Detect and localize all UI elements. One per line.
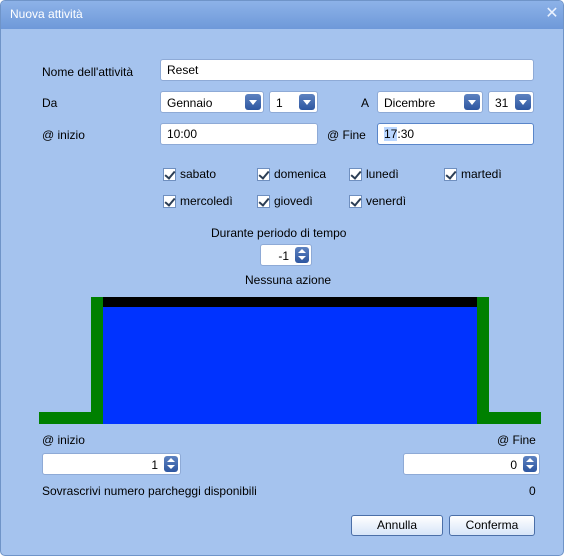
- dialog-title: Nuova attività: [10, 7, 83, 21]
- checkbox-label: giovedì: [274, 194, 313, 208]
- checkmark-icon: [349, 168, 362, 181]
- ground-line-left: [39, 412, 93, 424]
- chevron-down-icon[interactable]: [299, 94, 315, 110]
- from-month-value: Gennaio: [167, 96, 213, 110]
- title-bar: Nuova attività ✕: [1, 1, 563, 29]
- spinner-icon[interactable]: [523, 456, 537, 472]
- period-value: -1: [278, 249, 289, 263]
- checkbox-label: domenica: [274, 167, 327, 181]
- active-period-fill: [103, 307, 477, 424]
- ground-line-right: [489, 412, 541, 424]
- spinner-icon[interactable]: [295, 247, 309, 263]
- to-day-select[interactable]: 31: [488, 91, 534, 113]
- checkmark-icon: [444, 168, 457, 181]
- checkmark-icon: [257, 168, 270, 181]
- to-month-select[interactable]: Dicembre: [377, 91, 483, 113]
- schedule-diagram: [39, 297, 541, 424]
- chevron-down-icon[interactable]: [245, 94, 261, 110]
- fall-edge: [477, 297, 489, 424]
- chevron-down-icon[interactable]: [464, 94, 480, 110]
- override-label: Sovrascrivi numero parcheggi disponibili: [42, 484, 257, 498]
- close-icon[interactable]: ✕: [544, 5, 560, 23]
- end-time-selected-text: 17: [384, 127, 398, 141]
- end-time-label: @ Fine: [327, 128, 366, 142]
- start-count-stepper[interactable]: 1: [42, 453, 181, 475]
- rise-edge: [91, 297, 103, 424]
- end-count-value: 0: [510, 458, 517, 472]
- end-time-rest-text: :30: [397, 127, 415, 141]
- spinner-icon[interactable]: [164, 456, 178, 472]
- checkmark-icon: [349, 195, 362, 208]
- period-label: Durante periodo di tempo: [211, 226, 347, 240]
- confirm-button[interactable]: Conferma: [449, 515, 535, 536]
- chevron-down-icon[interactable]: [515, 94, 531, 110]
- start-time-value: 10:00: [167, 127, 198, 141]
- bottom-start-label: @ inizio: [42, 433, 85, 447]
- new-activity-dialog: Nuova attività ✕ Nome dell'attività Rese…: [0, 0, 564, 556]
- checkbox-label: martedì: [461, 167, 502, 181]
- start-time-input[interactable]: 10:00: [160, 123, 318, 145]
- period-stepper[interactable]: -1: [260, 244, 312, 266]
- from-month-select[interactable]: Gennaio: [160, 91, 264, 113]
- activity-name-label: Nome dell'attività: [42, 65, 133, 79]
- checkbox-label: lunedì: [366, 167, 399, 181]
- checkmark-icon: [163, 195, 176, 208]
- to-label: A: [361, 96, 370, 110]
- checkmark-icon: [163, 168, 176, 181]
- checkbox-label: sabato: [180, 167, 217, 181]
- bottom-end-label: @ Fine: [497, 433, 536, 447]
- from-day-value: 1: [276, 96, 283, 110]
- active-period-top-bar: [103, 297, 477, 307]
- checkbox-label: venerdì: [366, 194, 407, 208]
- activity-name-value: Reset: [167, 63, 199, 77]
- to-month-value: Dicembre: [384, 96, 436, 110]
- start-count-value: 1: [151, 458, 158, 472]
- end-time-input[interactable]: 17:30: [377, 123, 534, 145]
- cancel-button[interactable]: Annulla: [351, 515, 443, 536]
- checkbox-label: mercoledì: [180, 194, 233, 208]
- override-value: 0: [529, 484, 536, 498]
- activity-name-input[interactable]: Reset: [160, 59, 534, 81]
- action-label: Nessuna azione: [245, 273, 332, 287]
- end-count-stepper[interactable]: 0: [403, 453, 540, 475]
- checkmark-icon: [257, 195, 270, 208]
- from-label: Da: [42, 96, 58, 110]
- to-day-value: 31: [495, 96, 509, 110]
- start-time-label: @ inizio: [42, 128, 85, 142]
- from-day-select[interactable]: 1: [269, 91, 318, 113]
